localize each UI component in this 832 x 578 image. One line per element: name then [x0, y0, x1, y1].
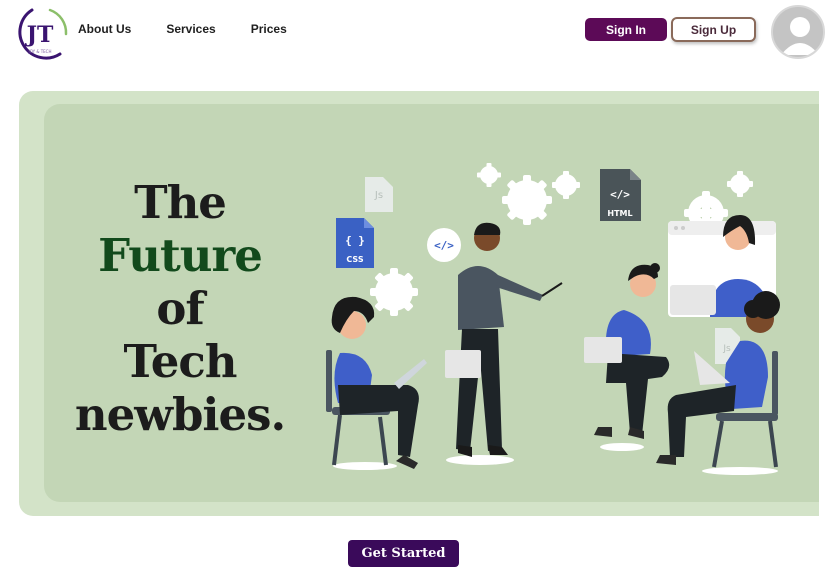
gear-icon — [477, 163, 501, 187]
svg-text:</>: </> — [610, 188, 630, 201]
person-figure — [584, 263, 670, 451]
html-file-icon: </> HTML — [600, 169, 641, 221]
headline-line-1: The — [134, 176, 227, 229]
sign-up-button[interactable]: Sign Up — [671, 17, 756, 42]
headline-line-4: newbies. — [74, 388, 286, 441]
svg-text:Js: Js — [722, 344, 731, 354]
main-nav: About Us Services Prices — [78, 22, 287, 36]
nav-prices[interactable]: Prices — [251, 22, 287, 36]
gear-icon — [502, 175, 552, 225]
headline-line-2: Future of — [70, 229, 290, 335]
gear-icon — [552, 171, 580, 199]
nav-services[interactable]: Services — [166, 22, 215, 36]
headline-line-3: Tech — [123, 335, 237, 388]
gear-icon — [727, 171, 753, 197]
svg-text:Js: Js — [374, 190, 383, 201]
avatar[interactable] — [771, 5, 825, 59]
logo-tagline: JOY & TECH — [28, 49, 52, 54]
logo[interactable]: JT JOY & TECH — [10, 4, 70, 64]
get-started-button[interactable]: Get Started — [348, 540, 459, 567]
person-figure — [656, 291, 780, 475]
hero-headline: The Future of Tech newbies. — [70, 176, 290, 441]
hero-illustration: Js { } CSS </> HTML </> Js — [326, 163, 780, 475]
css-file-icon: { } CSS — [336, 218, 374, 268]
js-file-icon: Js — [365, 177, 393, 212]
person-figure — [326, 296, 427, 470]
gear-icon — [370, 268, 418, 316]
svg-text:</>: </> — [434, 239, 454, 252]
nav-about-us[interactable]: About Us — [78, 22, 131, 36]
headline-accent-word: Future — [98, 229, 263, 282]
svg-text:CSS: CSS — [346, 255, 363, 264]
logo-letters: JT — [25, 22, 54, 48]
svg-text:HTML: HTML — [607, 209, 632, 218]
sign-in-button[interactable]: Sign In — [585, 18, 667, 41]
user-icon — [781, 17, 819, 55]
person-figure — [445, 222, 563, 465]
headline-line-2-rest: of — [156, 282, 204, 335]
svg-text:{ }: { } — [345, 234, 365, 247]
code-bubble-icon: </> — [427, 228, 461, 262]
